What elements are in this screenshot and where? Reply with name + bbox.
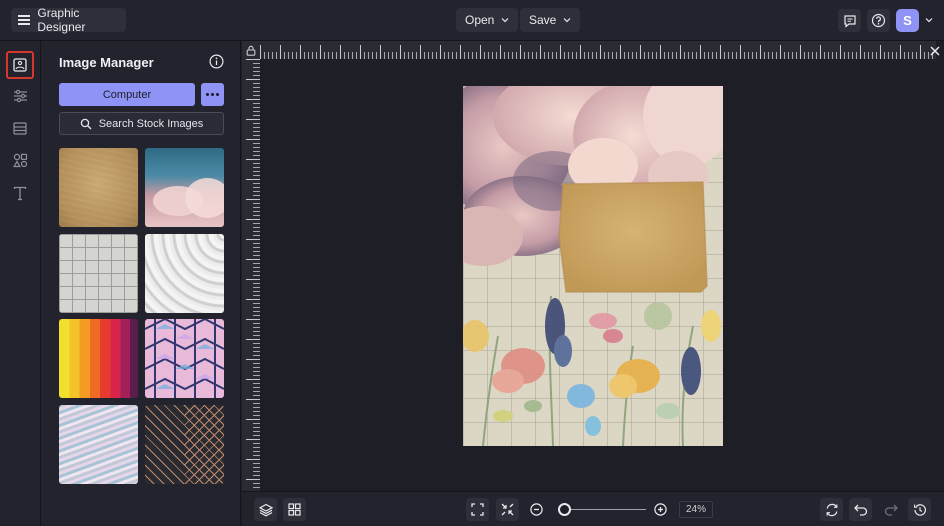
search-stock-images-button[interactable]: Search Stock Images: [59, 112, 224, 135]
comment-icon: [843, 14, 856, 28]
thumbnail-holographic[interactable]: [59, 405, 138, 484]
save-dropdown-button[interactable]: Save: [520, 8, 581, 32]
layout-icon: [13, 121, 27, 135]
top-bar: Graphic Designer Open Save S: [0, 0, 944, 41]
chevron-down-icon: [501, 18, 509, 23]
design-artwork: [463, 86, 723, 446]
design-canvas[interactable]: [463, 86, 723, 446]
rail-item-graphics[interactable]: [8, 148, 32, 172]
zoom-value[interactable]: 24%: [679, 501, 713, 518]
rail-item-adjustments[interactable]: [8, 84, 32, 108]
collapse-icon: [501, 503, 514, 516]
user-avatar[interactable]: S: [896, 9, 919, 32]
account-chevron-icon[interactable]: [925, 16, 933, 24]
thumbnail-geometric-triangles[interactable]: [145, 319, 224, 398]
info-icon[interactable]: [209, 54, 224, 69]
triangle-pattern: [145, 319, 224, 398]
zoom-slider-handle[interactable]: [557, 503, 571, 516]
thumbnail-rose-gold-chevron[interactable]: [145, 405, 224, 484]
save-label: Save: [529, 13, 557, 27]
actual-size-button[interactable]: [496, 498, 519, 521]
ruler-ticks: [260, 41, 936, 59]
lock-icon: [246, 45, 256, 56]
search-icon: [80, 118, 92, 129]
help-icon: [871, 13, 886, 28]
bottom-toolbar: 24%: [242, 491, 944, 526]
rail-item-images[interactable]: [6, 51, 34, 79]
text-icon: [13, 186, 27, 200]
chevron-overlay: [145, 405, 224, 484]
dot: [216, 93, 219, 96]
grid-icon: [288, 503, 301, 516]
canvas-workspace[interactable]: [242, 41, 944, 491]
refresh-icon: [826, 503, 837, 516]
hamburger-icon: [18, 15, 30, 25]
history-button[interactable]: [908, 498, 931, 521]
undo-icon: [853, 504, 867, 516]
vertical-ruler: [242, 59, 260, 491]
zoom-slider-track[interactable]: [560, 509, 646, 510]
rail-item-text[interactable]: [8, 181, 32, 205]
undo-button[interactable]: [849, 498, 872, 521]
comments-button[interactable]: [838, 9, 861, 32]
fit-to-screen-button[interactable]: [466, 498, 489, 521]
redo-icon: [884, 504, 898, 516]
history-icon: [913, 503, 926, 516]
rail-item-backgrounds[interactable]: [8, 116, 32, 140]
open-label: Open: [465, 13, 495, 27]
thumbnail-grid-paper[interactable]: [59, 234, 138, 313]
texture-overlay: [59, 148, 138, 227]
tool-rail: [0, 41, 41, 526]
open-dropdown-button[interactable]: Open: [456, 8, 519, 32]
panel-title: Image Manager: [59, 55, 154, 70]
computer-upload-button[interactable]: Computer: [59, 83, 195, 106]
reset-button[interactable]: [820, 498, 843, 521]
more-options-button[interactable]: [201, 83, 224, 106]
layers-icon: [258, 503, 273, 516]
dot: [206, 93, 209, 96]
ruler-lock[interactable]: [242, 41, 260, 59]
thumbnail-kraft-paper[interactable]: [59, 148, 138, 227]
dot: [211, 93, 214, 96]
app-title: Graphic Designer: [37, 6, 86, 34]
horizontal-ruler: [260, 41, 936, 59]
zoom-in-icon[interactable]: [654, 503, 667, 516]
cloud-shape: [185, 178, 224, 218]
redo-button[interactable]: [879, 498, 902, 521]
thumbnail-rainbow-stripes[interactable]: [59, 319, 138, 398]
help-button[interactable]: [867, 9, 890, 32]
zoom-out-icon[interactable]: [530, 503, 543, 516]
thumbnail-pink-clouds[interactable]: [145, 148, 224, 227]
app-menu-button[interactable]: Graphic Designer: [11, 6, 126, 34]
thumbnail-white-waves[interactable]: [145, 234, 224, 313]
search-stock-label: Search Stock Images: [98, 117, 204, 130]
shapes-icon: [12, 153, 27, 167]
image-icon: [13, 58, 27, 72]
grid-button[interactable]: [283, 498, 306, 521]
ruler-ticks: [242, 59, 260, 491]
expand-icon: [471, 503, 484, 516]
sliders-icon: [13, 89, 27, 103]
layers-button[interactable]: [254, 498, 277, 521]
chevron-down-icon: [563, 18, 571, 23]
close-icon[interactable]: [928, 44, 942, 58]
image-manager-panel: Image Manager Computer Search Stock Imag…: [41, 41, 241, 526]
